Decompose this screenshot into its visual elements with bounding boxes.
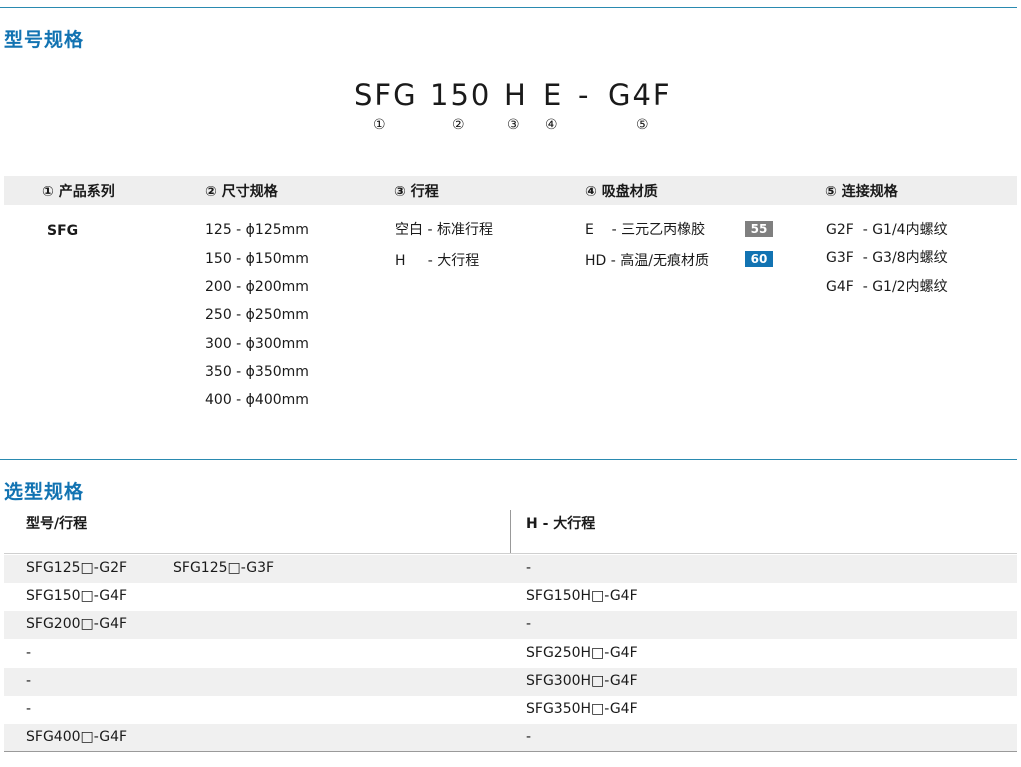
size-option: 350 - ϕ350mm bbox=[205, 364, 309, 380]
model-cell-alt: SFG125□-G3F bbox=[173, 560, 275, 576]
spec-header-stroke: ③ 行程 bbox=[394, 184, 439, 200]
model-cell: SFG150□-G4F bbox=[26, 588, 128, 604]
long-stroke-cell: - bbox=[526, 616, 532, 632]
spec-header-size: ② 尺寸规格 bbox=[205, 184, 278, 200]
code-part-size: 150 bbox=[430, 78, 492, 112]
long-stroke-cell: - bbox=[526, 729, 532, 745]
long-stroke-cell: SFG300H□-G4F bbox=[526, 673, 638, 689]
hardness-badge-55: 55 bbox=[745, 221, 773, 237]
table-row: - SFG300H□-G4F bbox=[4, 668, 1017, 696]
code-number-1: ① bbox=[373, 117, 386, 133]
table-row: SFG400□-G4F - bbox=[4, 724, 1017, 752]
size-option: 400 - ϕ400mm bbox=[205, 392, 309, 408]
model-code-numbers: ① ② ③ ④ ⑤ bbox=[0, 117, 1021, 137]
model-cell: SFG125□-G2F bbox=[26, 560, 128, 576]
model-cell: - bbox=[26, 645, 32, 661]
stroke-option-long: H - 大行程 bbox=[395, 253, 480, 269]
code-part-connection: G4F bbox=[608, 78, 672, 112]
middle-divider bbox=[0, 459, 1017, 460]
size-option: 250 - ϕ250mm bbox=[205, 307, 309, 323]
stroke-option-standard: 空白 - 标准行程 bbox=[395, 222, 493, 238]
section-title-model-spec: 型号规格 bbox=[4, 29, 85, 51]
code-part-series: SFG bbox=[354, 78, 418, 112]
selection-header-model: 型号/行程 bbox=[26, 516, 88, 532]
long-stroke-cell: SFG250H□-G4F bbox=[526, 645, 638, 661]
spec-header-material: ④ 吸盘材质 bbox=[585, 184, 658, 200]
code-number-2: ② bbox=[452, 117, 465, 133]
material-option-high-temp: HD - 高温/无痕材质 bbox=[585, 253, 709, 269]
series-sfg: SFG bbox=[47, 223, 79, 239]
selection-column-divider bbox=[510, 510, 511, 554]
size-option: 125 - ϕ125mm bbox=[205, 222, 309, 238]
connection-option-g2f: G2F - G1/4内螺纹 bbox=[826, 222, 948, 238]
table-bottom-rule bbox=[4, 751, 1017, 752]
model-cell: - bbox=[26, 701, 32, 717]
code-part-dash: - bbox=[578, 78, 591, 112]
table-row: - SFG250H□-G4F bbox=[4, 640, 1017, 668]
table-row: SFG200□-G4F - bbox=[4, 611, 1017, 639]
model-cell: - bbox=[26, 673, 32, 689]
table-row: - SFG350H□-G4F bbox=[4, 696, 1017, 724]
code-part-material: E bbox=[543, 78, 564, 112]
long-stroke-cell: SFG150H□-G4F bbox=[526, 588, 638, 604]
size-option: 300 - ϕ300mm bbox=[205, 336, 309, 352]
hardness-badge-60: 60 bbox=[745, 251, 773, 267]
size-option: 150 - ϕ150mm bbox=[205, 251, 309, 267]
model-code: SFG 150 H E - G4F bbox=[0, 78, 1021, 118]
model-cell: SFG200□-G4F bbox=[26, 616, 128, 632]
code-number-3: ③ bbox=[507, 117, 520, 133]
selection-header-rule bbox=[4, 553, 1017, 554]
code-number-5: ⑤ bbox=[636, 117, 649, 133]
table-row: SFG150□-G4F SFG150H□-G4F bbox=[4, 583, 1017, 611]
spec-header-connection: ⑤ 连接规格 bbox=[825, 184, 898, 200]
code-number-4: ④ bbox=[545, 117, 558, 133]
long-stroke-cell: SFG350H□-G4F bbox=[526, 701, 638, 717]
spec-header-series: ① 产品系列 bbox=[42, 184, 115, 200]
long-stroke-cell: - bbox=[526, 560, 532, 576]
size-option: 200 - ϕ200mm bbox=[205, 279, 309, 295]
material-option-epdm: E - 三元乙丙橡胶 bbox=[585, 222, 706, 238]
top-divider bbox=[0, 7, 1017, 8]
table-row: SFG125□-G2F SFG125□-G3F - bbox=[4, 555, 1017, 583]
spec-header-bar: ① 产品系列 ② 尺寸规格 ③ 行程 ④ 吸盘材质 ⑤ 连接规格 bbox=[4, 176, 1017, 205]
connection-option-g3f: G3F - G3/8内螺纹 bbox=[826, 250, 948, 266]
section-title-selection: 选型规格 bbox=[4, 481, 85, 503]
selection-header-long-stroke: H - 大行程 bbox=[526, 516, 596, 532]
model-cell: SFG400□-G4F bbox=[26, 729, 128, 745]
code-part-stroke: H bbox=[504, 78, 528, 112]
connection-option-g4f: G4F - G1/2内螺纹 bbox=[826, 279, 948, 295]
